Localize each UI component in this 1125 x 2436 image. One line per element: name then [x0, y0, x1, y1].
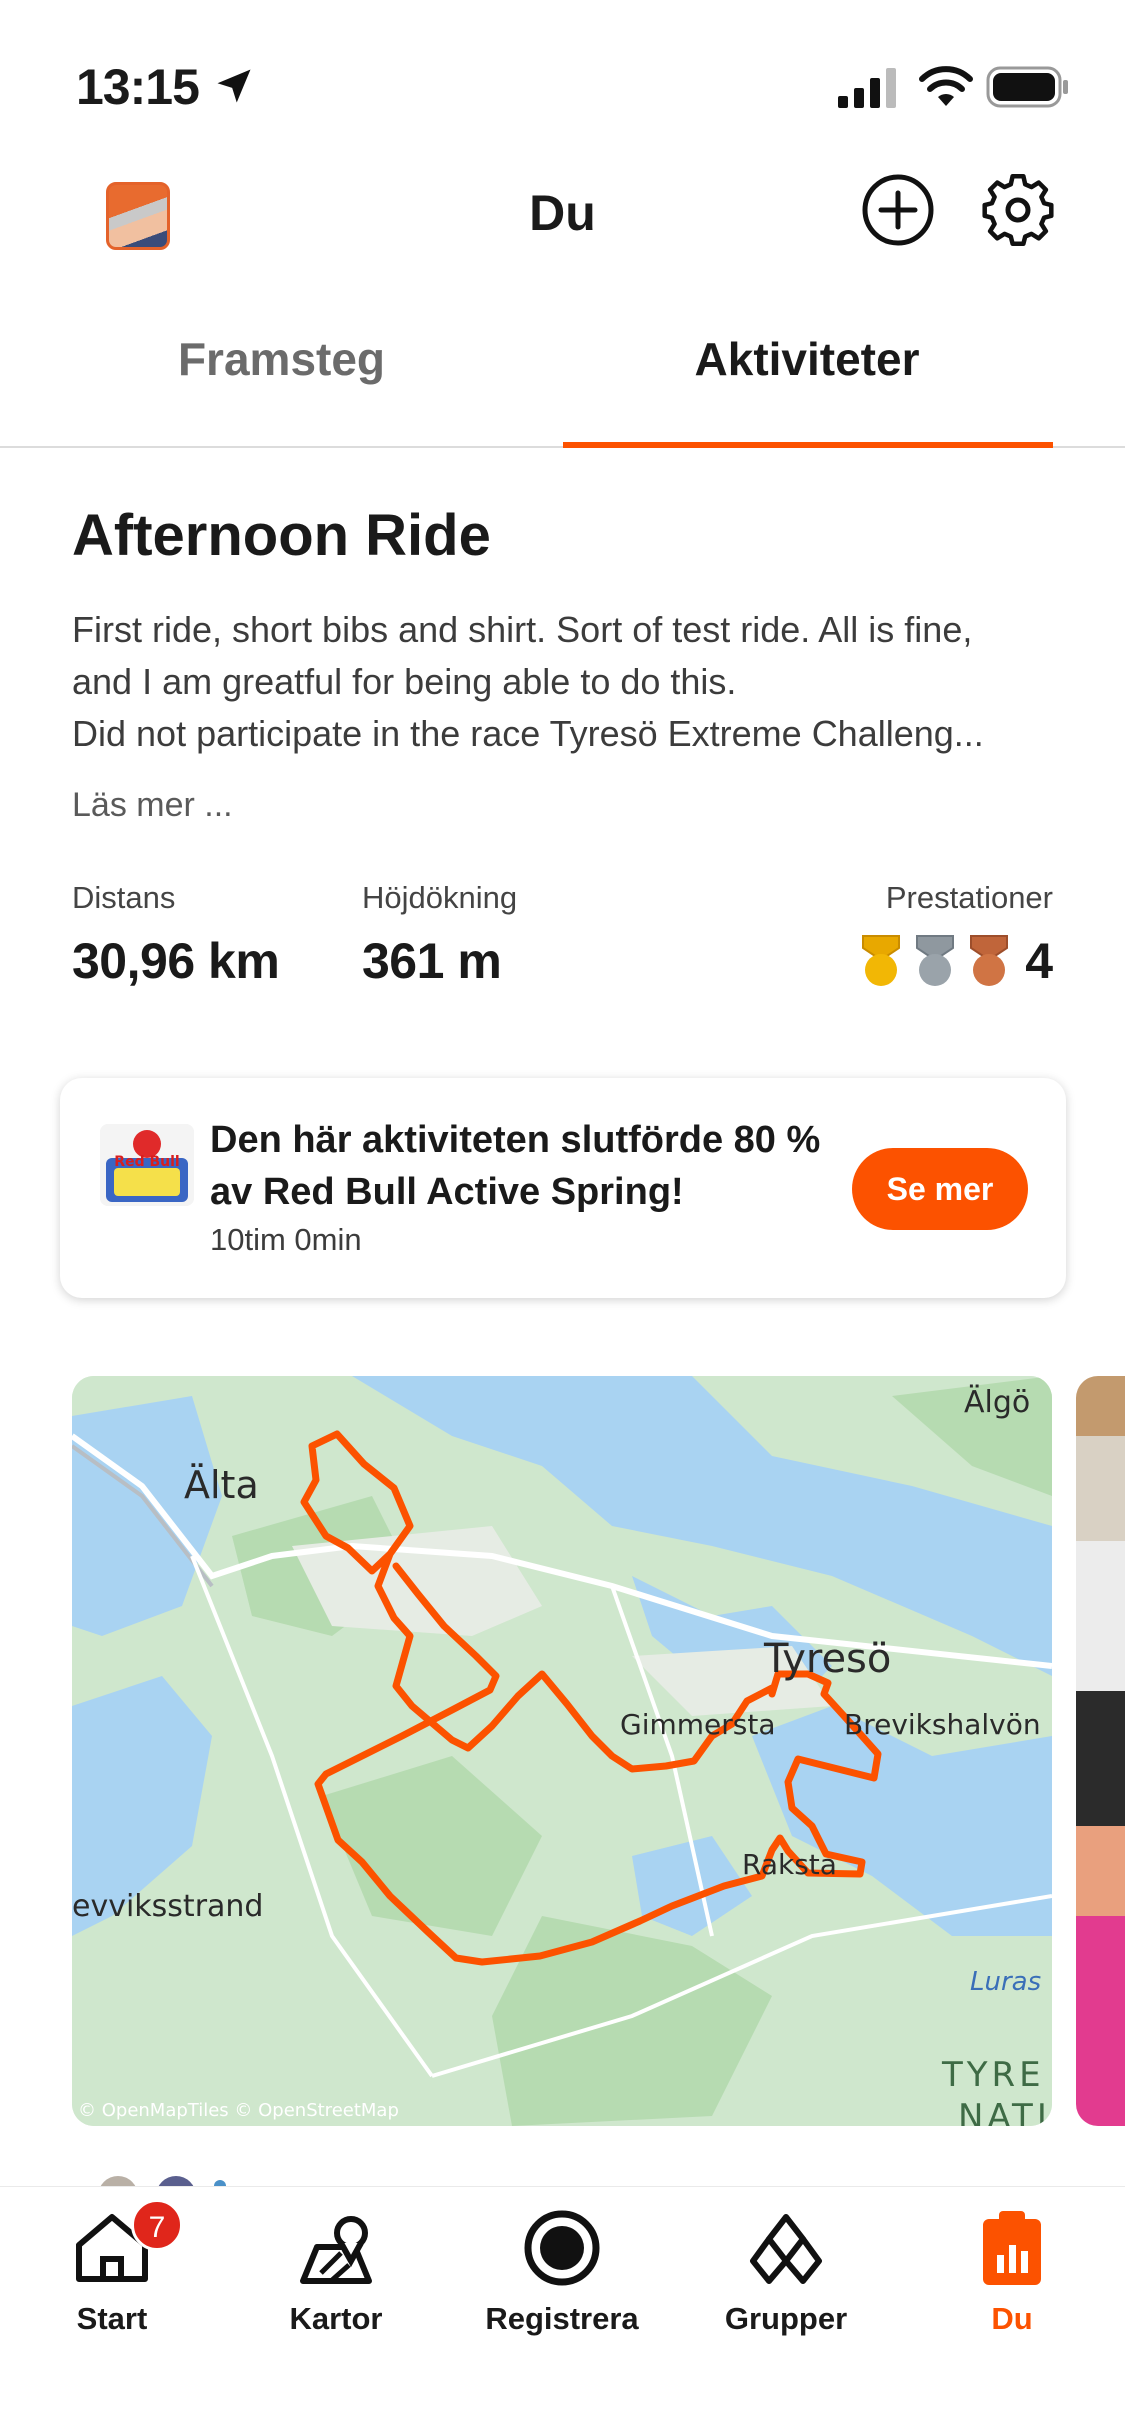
- tabbar-record[interactable]: Registrera: [462, 2203, 662, 2337]
- segment-tabs: Framsteg Aktiviteter: [0, 320, 1125, 448]
- activity-title[interactable]: Afternoon Ride: [72, 502, 491, 569]
- tabbar-label: Start: [76, 2301, 148, 2336]
- place-alta: Älta: [184, 1463, 259, 1507]
- active-tab-indicator: [563, 442, 1053, 448]
- stat-label: Prestationer: [885, 880, 1053, 915]
- battery-icon: [986, 66, 1068, 108]
- stat-achievements[interactable]: Prestationer 4: [859, 880, 1053, 990]
- tabbar-label: Registrera: [485, 2301, 639, 2336]
- add-icon[interactable]: [858, 170, 938, 250]
- page-title: Du: [529, 185, 596, 241]
- tabbar-label: Kartor: [289, 2301, 383, 2336]
- status-time: 13:15: [76, 59, 200, 115]
- place-nati: NATI: [958, 2097, 1051, 2126]
- tabbar-start[interactable]: 7 Start: [12, 2199, 212, 2337]
- place-raksta: Raksta: [742, 1848, 837, 1881]
- achievement-count: 4: [1025, 933, 1053, 989]
- gold-medal-icon: [862, 935, 901, 986]
- read-more-link[interactable]: Läs mer ...: [72, 786, 233, 825]
- tabbar-label: Du: [991, 2301, 1033, 2336]
- gear-icon[interactable]: [978, 170, 1058, 250]
- stat-label: Höjdökning: [362, 880, 518, 915]
- place-brevik: Brevikshalvön: [844, 1708, 1041, 1741]
- place-tyre: TYRE: [941, 2055, 1045, 2095]
- medals: 4: [859, 932, 1053, 990]
- map-canvas: Älta Älgö Tyresö Gimmersta Brevikshalvön…: [72, 1376, 1052, 2126]
- challenge-card[interactable]: Red Bull Den här aktiviteten slutförde 8…: [60, 1078, 1066, 1298]
- challenge-text: Den här aktiviteten slutförde 80 % av Re…: [210, 1119, 821, 1213]
- stat-value: 30,96 km: [72, 933, 280, 989]
- tabbar-label: Grupper: [724, 2301, 848, 2336]
- tab-activities[interactable]: Aktiviteter: [563, 332, 1051, 386]
- challenge-time: 10tim 0min: [210, 1222, 362, 1257]
- see-more-button[interactable]: Se mer: [852, 1148, 1028, 1230]
- place-tyreso: Tyresö: [763, 1636, 891, 1682]
- tab-progress[interactable]: Framsteg: [0, 332, 563, 386]
- home-icon: 7: [67, 2199, 183, 2293]
- tabbar-maps[interactable]: Kartor: [236, 2203, 436, 2337]
- bronze-medal-icon: [970, 935, 1009, 986]
- stat-elevation: Höjdökning 361 m: [362, 880, 517, 990]
- description-line: Did not participate in the race Tyresö E…: [72, 713, 984, 754]
- tabbar-you[interactable]: Du: [912, 2203, 1112, 2337]
- place-algo: Älgö: [964, 1384, 1030, 1420]
- logo-text: Red Bull: [114, 1154, 179, 1170]
- place-evviksstrand: evviksstrand: [72, 1889, 263, 1924]
- map-attribution: © OpenMapTiles © OpenStreetMap: [78, 2100, 399, 2121]
- stat-label: Distans: [72, 880, 176, 915]
- status-bar: 13:15: [0, 0, 1125, 170]
- clipboard-chart-icon: [967, 2203, 1057, 2293]
- map-icon: [291, 2203, 381, 2293]
- location-arrow-icon: [217, 69, 251, 103]
- red-bull-challenge-logo: Red Bull: [100, 1124, 194, 1206]
- wifi-icon: [919, 66, 973, 106]
- header: Du: [0, 170, 1125, 290]
- place-luras: Luras: [970, 1967, 1041, 1997]
- bottom-tab-bar: 7 Start Kartor Registrera Grupper Du: [0, 2186, 1125, 2436]
- stat-distance: Distans 30,96 km: [72, 880, 280, 990]
- notification-badge: 7: [131, 2199, 183, 2251]
- silver-medal-icon: [916, 935, 955, 986]
- record-icon: [517, 2203, 607, 2293]
- groups-icon: [741, 2203, 831, 2293]
- description-line: and I am greatful for being able to do t…: [72, 661, 737, 702]
- place-gimmersta: Gimmersta: [620, 1708, 776, 1741]
- description-line: First ride, short bibs and shirt. Sort o…: [72, 609, 973, 650]
- cellular-signal-icon: [838, 68, 896, 108]
- route-map[interactable]: Älta Älgö Tyresö Gimmersta Brevikshalvön…: [72, 1376, 1052, 2126]
- activity-photo-peek[interactable]: [1076, 1376, 1125, 2126]
- tabbar-groups[interactable]: Grupper: [686, 2203, 886, 2337]
- stat-value: 361 m: [362, 933, 502, 989]
- activity-description: First ride, short bibs and shirt. Sort o…: [72, 604, 1062, 760]
